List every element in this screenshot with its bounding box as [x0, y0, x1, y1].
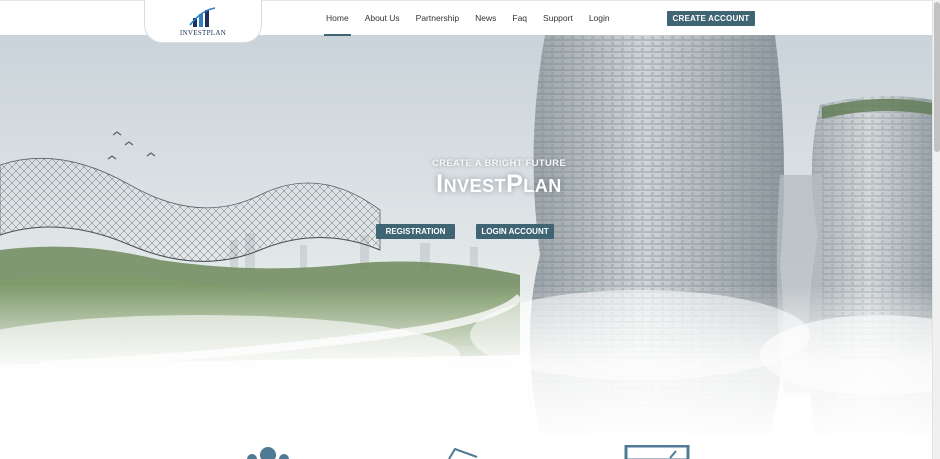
nav-home[interactable]: Home: [324, 1, 351, 36]
main-nav: Home About Us Partnership News Faq Suppo…: [318, 1, 618, 36]
nav-partnership[interactable]: Partnership: [416, 1, 459, 36]
page-scrollbar[interactable]: [932, 0, 940, 459]
hero-banner: CREATE A BRIGHT FUTURE InvestPlan REGIST…: [0, 35, 932, 445]
site-header: Home About Us Partnership News Faq Suppo…: [0, 0, 932, 36]
logo-text: INVESTPLAN: [179, 29, 227, 37]
logo[interactable]: INVESTPLAN: [144, 0, 262, 43]
nav-faq[interactable]: Faq: [512, 1, 527, 36]
nav-support[interactable]: Support: [543, 1, 573, 36]
logo-bars-icon: [189, 7, 216, 27]
registration-button[interactable]: REGISTRATION: [376, 224, 455, 239]
people-icon: [247, 447, 289, 459]
card-icon: [448, 447, 478, 459]
hero-cityscape-image: [0, 35, 932, 445]
nav-news[interactable]: News: [475, 1, 496, 36]
create-account-button[interactable]: CREATE ACCOUNT: [667, 11, 755, 26]
hero-title: InvestPlan: [436, 170, 562, 198]
nav-about-us[interactable]: About Us: [365, 1, 400, 36]
scrollbar-thumb[interactable]: [934, 2, 940, 152]
monitor-icon: [624, 445, 690, 459]
nav-login[interactable]: Login: [589, 1, 610, 36]
login-account-button[interactable]: LOGIN ACCOUNT: [476, 224, 554, 239]
hero-tagline: CREATE A BRIGHT FUTURE: [432, 158, 566, 169]
